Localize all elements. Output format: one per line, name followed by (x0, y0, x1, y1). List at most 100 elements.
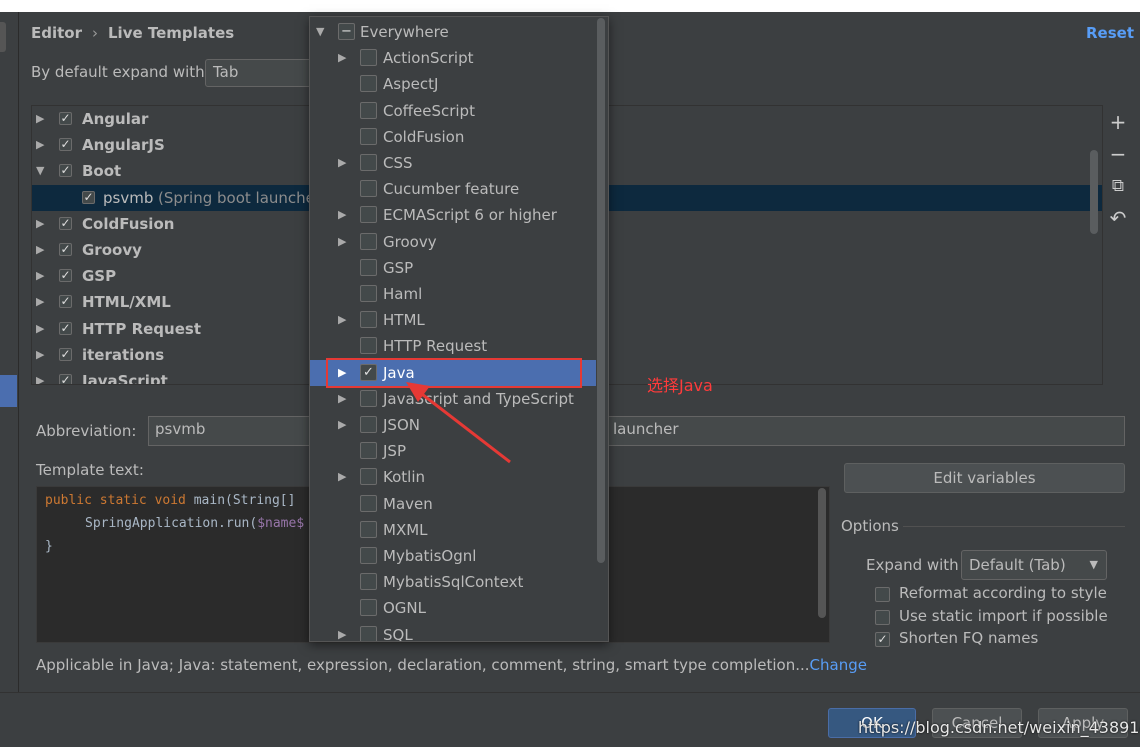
description-input[interactable]: launcher (606, 416, 1125, 446)
chevron-right-icon[interactable]: ▶ (36, 316, 44, 342)
code-line-2: SpringApplication.run($name$ (85, 516, 304, 531)
context-checkbox[interactable]: − (338, 23, 355, 40)
edit-variables-button[interactable]: Edit variables (844, 463, 1125, 493)
checkbox[interactable]: ✓ (59, 321, 72, 335)
chevron-right-icon[interactable]: ▶ (36, 106, 44, 132)
chevron-right-icon[interactable]: ▶ (36, 263, 44, 289)
checkbox[interactable]: ✓ (59, 216, 72, 230)
context-checkbox[interactable] (360, 101, 377, 119)
context-checkbox[interactable] (360, 520, 377, 538)
option-checkbox[interactable] (875, 587, 890, 602)
checkbox[interactable]: ✓ (82, 190, 95, 204)
chevron-right-icon[interactable]: ▶ (36, 368, 44, 384)
reset-link[interactable]: Reset (1086, 24, 1134, 42)
context-checkbox[interactable] (360, 494, 377, 512)
context-checkbox[interactable] (360, 180, 377, 198)
context-item[interactable]: MybatisSqlContext (310, 569, 596, 595)
chevron-right-icon[interactable]: ▶ (338, 229, 346, 255)
context-checkbox[interactable] (360, 573, 377, 591)
context-item[interactable]: ▶ ECMAScript 6 or higher (310, 202, 596, 228)
add-template-button[interactable]: + (1106, 110, 1130, 134)
context-item[interactable]: Cucumber feature (310, 176, 596, 202)
context-checkbox[interactable] (360, 625, 377, 641)
context-item[interactable]: MybatisOgnl (310, 543, 596, 569)
context-popup[interactable]: ▼ − Everywhere ▶ ActionScript AspectJ CoffeeSc… (309, 16, 609, 642)
context-checkbox[interactable] (360, 311, 377, 329)
remove-template-button[interactable]: − (1106, 142, 1130, 166)
chevron-right-icon[interactable]: ▶ (36, 211, 44, 237)
template-row-label: Boot (82, 162, 122, 181)
checkbox[interactable]: ✓ (59, 112, 72, 125)
breadcrumb-editor[interactable]: Editor (31, 24, 82, 42)
copy-template-button[interactable]: ⧉ (1106, 176, 1130, 196)
chevron-right-icon[interactable]: ▶ (338, 622, 346, 641)
chevron-right-icon[interactable]: ▶ (338, 150, 346, 176)
editor-scrollbar[interactable] (818, 488, 826, 618)
applicable-context: Applicable in Java; Java: statement, exp… (36, 656, 867, 674)
chevron-right-icon[interactable]: ▶ (338, 202, 346, 228)
chevron-right-icon[interactable]: ▶ (36, 132, 44, 158)
context-checkbox[interactable] (360, 127, 377, 145)
chevron-right-icon[interactable]: ▶ (338, 464, 346, 490)
context-item[interactable]: ▶ Groovy (310, 229, 596, 255)
context-item[interactable]: CoffeeScript (310, 98, 596, 124)
checkbox[interactable]: ✓ (59, 269, 72, 283)
context-popup-scrollbar[interactable] (597, 18, 605, 563)
context-checkbox[interactable] (360, 547, 377, 564)
checkbox[interactable]: ✓ (59, 347, 72, 361)
chevron-right-icon[interactable]: ▶ (36, 342, 44, 368)
context-checkbox[interactable] (360, 258, 377, 276)
context-item[interactable]: AspectJ (310, 71, 596, 97)
options-expand-combo[interactable]: Default (Tab) ▼ (961, 550, 1107, 580)
restore-template-button[interactable]: ↶ (1106, 206, 1130, 230)
context-item[interactable]: ▶ SQL (310, 622, 596, 641)
context-item[interactable]: OGNL (310, 595, 596, 621)
context-item[interactable]: ▶ ActionScript (310, 45, 596, 71)
chevron-right-icon[interactable]: ▶ (338, 307, 346, 333)
context-checkbox[interactable] (360, 232, 377, 250)
abbreviation-input[interactable]: psvmb (148, 416, 318, 446)
context-checkbox[interactable] (360, 416, 377, 433)
context-item[interactable]: ColdFusion (310, 124, 596, 150)
options-expand-value: Default (Tab) (969, 556, 1066, 574)
context-checkbox[interactable] (360, 154, 377, 171)
context-item[interactable]: MXML (310, 517, 596, 543)
context-checkbox[interactable] (360, 285, 377, 302)
context-checkbox[interactable] (360, 49, 377, 67)
context-item[interactable]: ▶ HTML (310, 307, 596, 333)
change-context-link[interactable]: Change (810, 656, 867, 674)
context-checkbox[interactable] (360, 337, 377, 355)
context-checkbox[interactable] (360, 389, 377, 407)
chevron-down-icon[interactable]: ▼ (316, 19, 324, 45)
option-checkbox[interactable]: ✓ (875, 632, 890, 647)
checkbox[interactable]: ✓ (59, 164, 72, 178)
checkbox[interactable]: ✓ (59, 374, 72, 384)
context-checkbox[interactable] (360, 468, 377, 486)
chevron-right-icon[interactable]: ▶ (36, 237, 44, 263)
context-item[interactable]: HTTP Request (310, 333, 596, 359)
chevron-right-icon[interactable]: ▶ (338, 45, 346, 71)
chevron-right-icon[interactable]: ▶ (338, 412, 346, 438)
context-item[interactable]: Maven (310, 491, 596, 517)
chevron-down-icon[interactable]: ▼ (36, 158, 44, 184)
context-item[interactable]: ▶ CSS (310, 150, 596, 176)
checkbox[interactable]: ✓ (59, 243, 72, 256)
context-checkbox[interactable] (360, 599, 377, 617)
context-checkbox[interactable] (360, 75, 377, 93)
chevron-right-icon[interactable]: ▶ (36, 289, 44, 315)
watermark: https://blog.csdn.net/weixin_43891448 (858, 718, 1140, 737)
code-line-3: } (45, 539, 53, 554)
context-item[interactable]: GSP (310, 255, 596, 281)
context-checkbox[interactable] (360, 442, 377, 460)
context-item[interactable]: ▼ − Everywhere (310, 19, 596, 45)
chevron-right-icon[interactable]: ▶ (338, 386, 346, 412)
checkbox[interactable]: ✓ (59, 138, 72, 152)
template-tree-scrollbar[interactable] (1090, 150, 1098, 234)
context-item[interactable]: Haml (310, 281, 596, 307)
checkbox[interactable]: ✓ (59, 295, 72, 309)
option-checkbox[interactable] (875, 609, 890, 625)
breadcrumb-live-templates: Live Templates (108, 24, 235, 42)
sidebar-selected-item[interactable] (0, 375, 17, 407)
context-checkbox[interactable] (360, 206, 377, 224)
expand-with-combo[interactable]: Tab (205, 59, 325, 87)
